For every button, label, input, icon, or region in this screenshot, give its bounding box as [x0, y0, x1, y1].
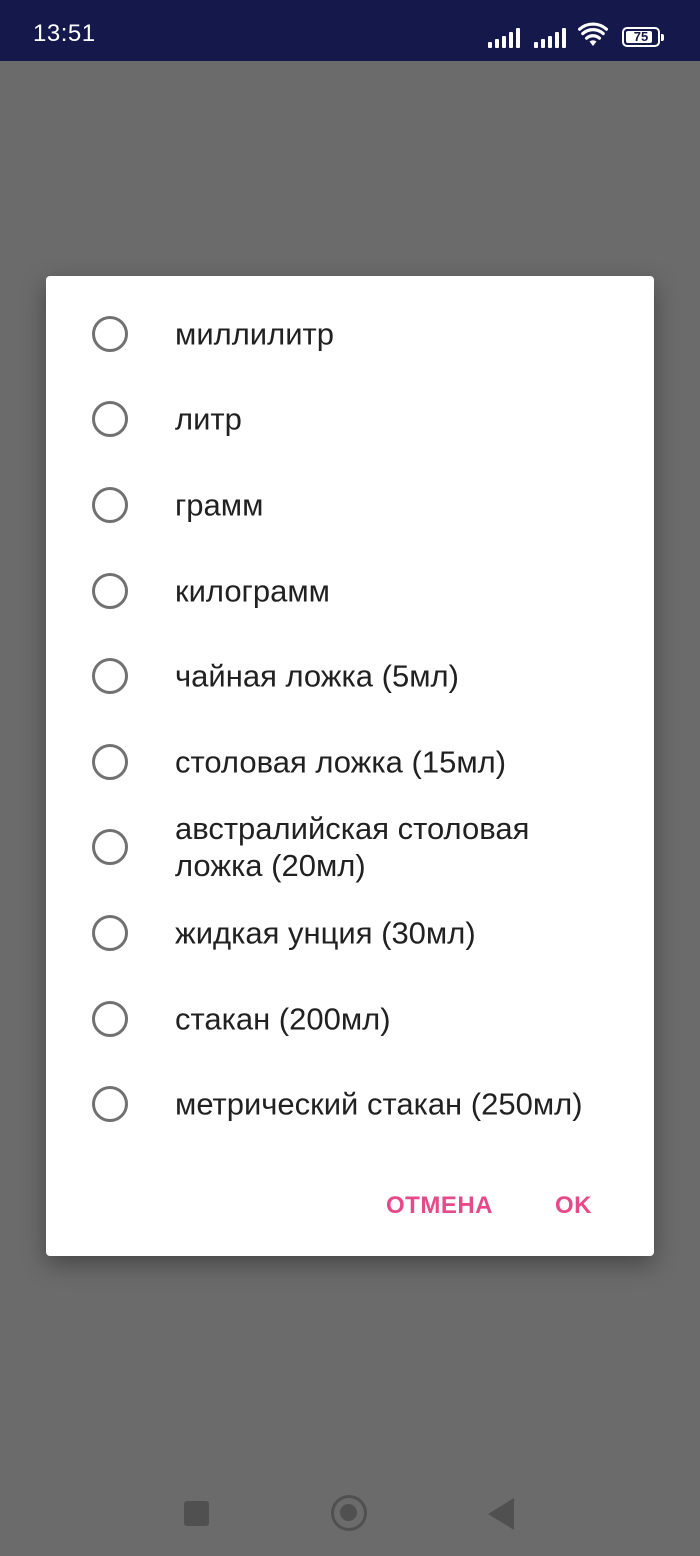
recents-square-icon[interactable] — [184, 1501, 209, 1526]
back-triangle-icon[interactable] — [488, 1498, 514, 1530]
unit-option-label: австралийская столовая ложка (20мл) — [175, 811, 530, 884]
unit-option-tablespoon[interactable]: столовая ложка (15мл) — [46, 719, 654, 805]
unit-option-teaspoon[interactable]: чайная ложка (5мл) — [46, 633, 654, 719]
radio-button[interactable] — [92, 1086, 128, 1123]
unit-option-label: жидкая унция (30мл) — [175, 915, 476, 951]
unit-option-fluid-ounce[interactable]: жидкая унция (30мл) — [46, 890, 654, 976]
signal-icon — [534, 26, 566, 48]
home-circle-icon[interactable] — [331, 1495, 367, 1531]
cancel-button[interactable]: ОТМЕНА — [386, 1192, 493, 1220]
radio-button[interactable] — [92, 315, 128, 352]
signal-icon — [488, 26, 520, 48]
unit-option-gram[interactable]: грамм — [46, 462, 654, 548]
radio-button[interactable] — [92, 829, 128, 866]
unit-option-liter[interactable]: литр — [46, 377, 654, 463]
dialog-actions: ОТМЕНА OK — [386, 1186, 654, 1226]
radio-button[interactable] — [92, 743, 128, 780]
battery-icon: 75 — [622, 27, 664, 47]
unit-option-australian-tablespoon[interactable]: австралийская столовая ложка (20мл) — [46, 805, 654, 891]
navigation-bar — [0, 1476, 700, 1556]
unit-picker-dialog: миллилитр литр грамм килограмм чайная ло… — [46, 276, 654, 1256]
unit-option-metric-cup[interactable]: метрический стакан (250мл) — [46, 1061, 654, 1147]
unit-option-label: литр — [175, 401, 242, 437]
radio-button[interactable] — [92, 658, 128, 695]
battery-level: 75 — [633, 29, 649, 44]
unit-option-label: миллилитр — [175, 316, 334, 352]
radio-button[interactable] — [92, 572, 128, 609]
unit-option-list: миллилитр литр грамм килограмм чайная ло… — [46, 291, 654, 1147]
status-icons: 75 — [488, 22, 664, 48]
unit-option-label: метрический стакан (250мл) — [175, 1086, 583, 1122]
radio-button[interactable] — [92, 486, 128, 523]
unit-option-label: грамм — [175, 487, 264, 523]
radio-button[interactable] — [92, 401, 128, 438]
unit-option-label: килограмм — [175, 573, 330, 609]
unit-option-kilogram[interactable]: килограмм — [46, 548, 654, 634]
status-bar: 13:51 75 — [0, 0, 700, 61]
ok-button[interactable]: OK — [555, 1192, 592, 1220]
unit-option-label: чайная ложка (5мл) — [175, 658, 459, 694]
unit-option-label: столовая ложка (15мл) — [175, 744, 507, 780]
radio-button[interactable] — [92, 914, 128, 951]
unit-option-cup[interactable]: стакан (200мл) — [46, 976, 654, 1062]
unit-option-label: стакан (200мл) — [175, 1001, 391, 1037]
wifi-icon — [578, 22, 608, 46]
status-time: 13:51 — [33, 20, 96, 47]
radio-button[interactable] — [92, 1000, 128, 1037]
unit-option-milliliter[interactable]: миллилитр — [46, 291, 654, 377]
